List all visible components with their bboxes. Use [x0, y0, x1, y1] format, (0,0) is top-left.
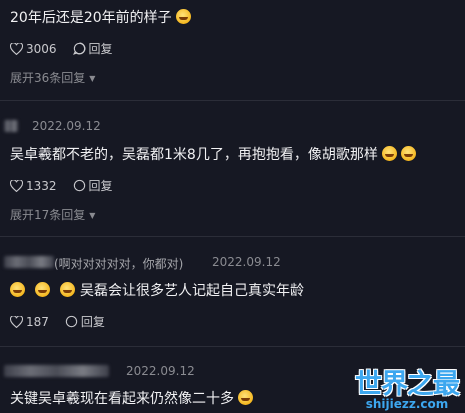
watermark-title: 世界之最 [355, 369, 460, 400]
username-blurred[interactable] [4, 365, 109, 377]
divider [0, 236, 465, 237]
expand-replies-link[interactable]: 展开36条回复 ▼ [10, 69, 95, 86]
like-button[interactable]: 1332 [10, 179, 57, 193]
expand-replies-link[interactable]: 展开17条回复 ▼ [10, 206, 95, 223]
reply-button[interactable]: 回复 [65, 313, 105, 330]
reply-button[interactable]: 回复 [72, 40, 113, 57]
comment-date: 2022.09.12 [32, 119, 101, 133]
heart-icon [10, 42, 23, 55]
comment-date: 2022.09.12 [126, 364, 195, 378]
heart-icon [10, 315, 23, 328]
watermark-logo: 世界之最 shijiezz.com [355, 362, 460, 411]
username-suffix: (啊对对对对对，你都对) [54, 257, 184, 271]
emoji-icon [238, 390, 253, 405]
username-blurred[interactable] [4, 120, 18, 132]
like-count: 187 [26, 314, 49, 329]
reply-icon [73, 179, 85, 192]
emoji-icon [60, 282, 75, 297]
emoji-icon [10, 282, 25, 297]
like-button[interactable]: 3006 [10, 42, 57, 56]
emoji-icon [175, 9, 191, 24]
comment-actions: 187 回复 [10, 313, 105, 330]
comment-date: 2022.09.12 [212, 255, 281, 269]
emoji-icon [35, 282, 50, 297]
comment-actions: 1332 回复 [10, 177, 113, 194]
comment-text: 吴卓羲都不老的，吴磊都1米8几了，再抱抱看，像胡歌那样 [10, 144, 416, 164]
emoji-icon [400, 146, 416, 161]
reply-icon [72, 42, 85, 55]
like-button[interactable]: 187 [10, 315, 49, 329]
reply-icon [65, 315, 78, 328]
comment-text: 吴磊会让很多艺人记起自己真实年龄 [10, 280, 304, 300]
reply-button[interactable]: 回复 [73, 177, 113, 194]
comment-actions: 3006 回复 [10, 40, 113, 57]
comment-text: 20年后还是20年前的样子 [10, 7, 191, 27]
username-blurred[interactable] [4, 256, 54, 268]
comment-text: 关键吴卓羲现在看起来仍然像二十多 [10, 388, 253, 408]
emoji-icon [381, 146, 397, 161]
divider [0, 100, 465, 101]
like-count: 3006 [26, 41, 57, 56]
divider [0, 346, 465, 347]
watermark-url: shijiezz.com [365, 397, 449, 411]
heart-icon [10, 179, 23, 192]
like-count: 1332 [26, 178, 57, 193]
